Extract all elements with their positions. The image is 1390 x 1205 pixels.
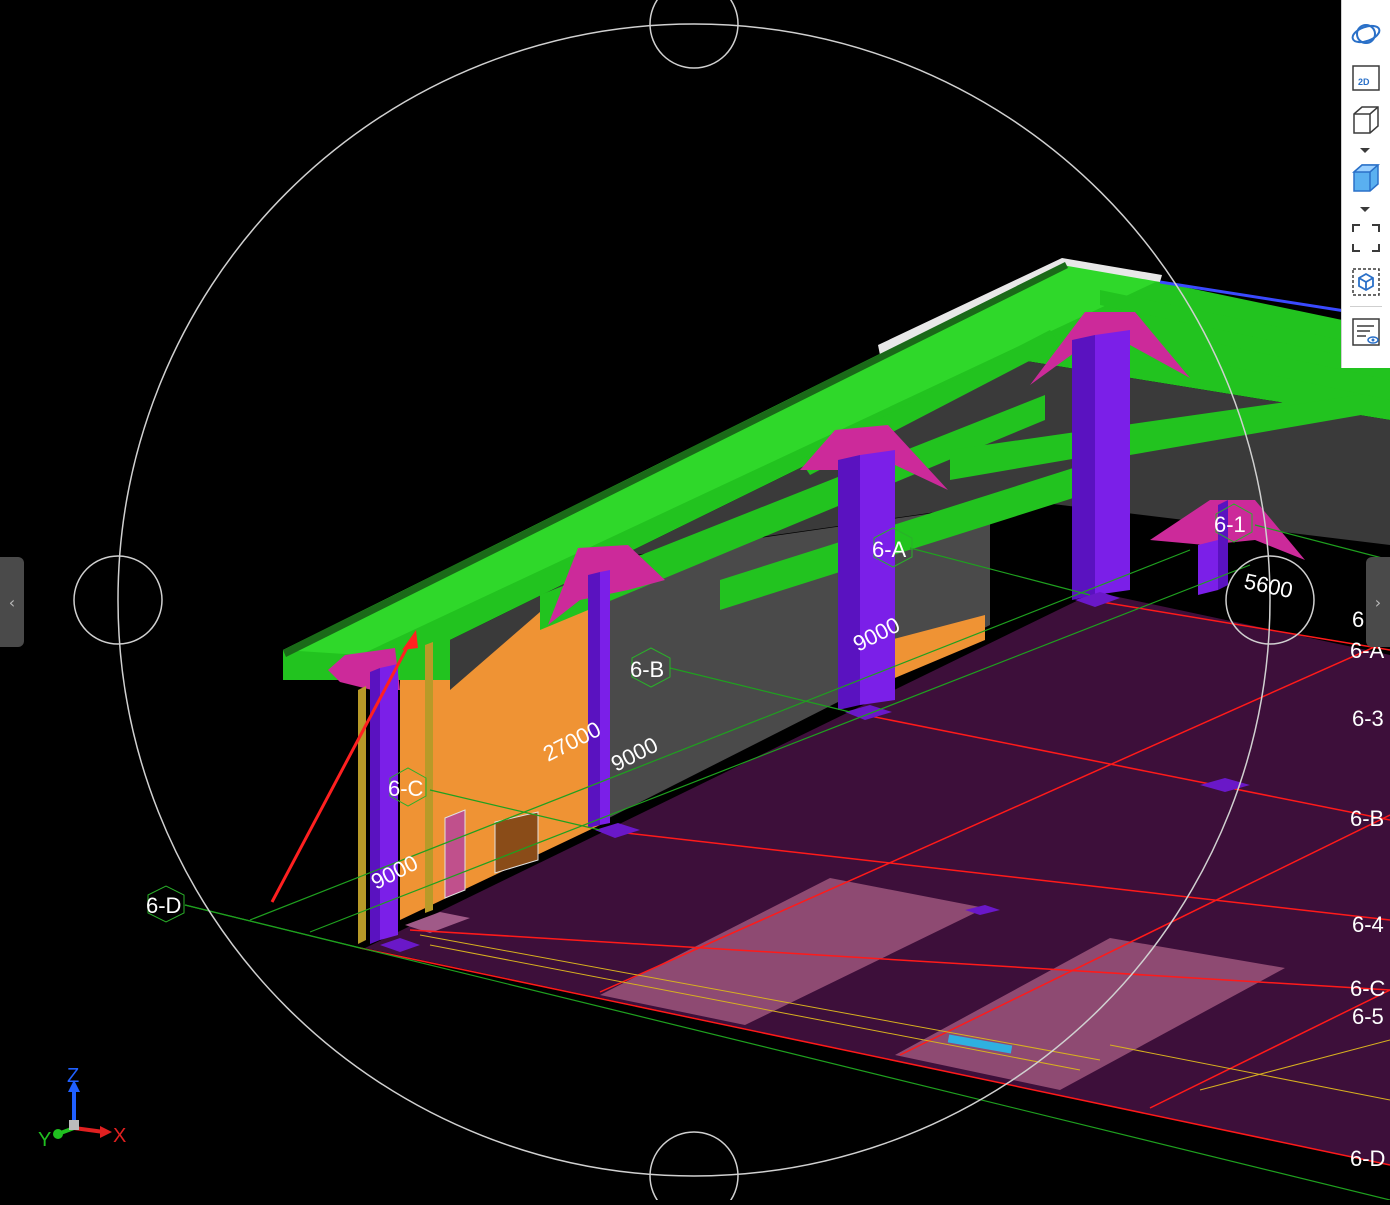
toolbar-divider [1350,306,1382,307]
3d-section-button[interactable] [1348,264,1384,300]
axis-triad: Z X Y [38,1065,126,1151]
svg-text:6-A: 6-A [872,537,907,562]
properties-view-icon [1352,318,1380,346]
properties-view-button[interactable] [1348,314,1384,350]
wireframe-view-button[interactable] [1348,102,1384,138]
wireframe-options-caret[interactable] [1360,148,1370,153]
shaded-options-caret[interactable] [1360,207,1370,212]
svg-text:6-5: 6-5 [1352,1004,1384,1029]
svg-text:6-3: 6-3 [1352,706,1384,731]
svg-text:2D: 2D [1358,77,1370,87]
fit-view-button[interactable] [1348,220,1384,256]
dimension-5600: 5600 [1242,568,1295,603]
chevron-left-icon: ‹ [8,592,16,612]
left-panel-toggle[interactable]: ‹ [0,557,24,647]
fit-view-icon [1352,224,1380,252]
svg-text:6-C: 6-C [1350,976,1386,1001]
2d-view-icon: 2D [1352,65,1380,91]
3d-box-icon [1352,268,1380,296]
triad-x-label: X [113,1125,126,1147]
svg-text:6-C: 6-C [388,776,424,801]
svg-text:6-D: 6-D [146,893,181,918]
triad-z-label: Z [67,1065,79,1087]
grid-bubble-6d: 6-D [146,885,185,923]
svg-text:6-4: 6-4 [1352,912,1384,937]
triad-y-label: Y [38,1129,51,1151]
svg-text:6-D: 6-D [1350,1146,1385,1171]
2d-view-button[interactable]: 2D [1348,60,1384,96]
right-panel-toggle[interactable]: › [1366,557,1390,647]
svg-text:6-B: 6-B [630,657,664,682]
orbit-icon [1351,24,1381,44]
svg-text:6-B: 6-B [1350,806,1384,831]
svg-text:6: 6 [1352,607,1364,632]
cube-shaded-icon [1352,164,1380,192]
3d-viewport[interactable]: 6-D 6-C 6-B 6-A 6-1 9000 27000 9000 9000… [0,0,1390,1205]
shaded-view-button[interactable] [1348,160,1384,196]
view-toolbar: 2D [1341,0,1390,368]
svg-text:6-1: 6-1 [1214,512,1246,537]
chevron-right-icon: › [1374,592,1382,612]
cube-outline-icon [1353,106,1379,134]
model-canvas[interactable]: 6-D 6-C 6-B 6-A 6-1 9000 27000 9000 9000… [0,0,1390,1205]
orbit-button[interactable] [1348,16,1384,52]
door-1 [444,809,466,899]
